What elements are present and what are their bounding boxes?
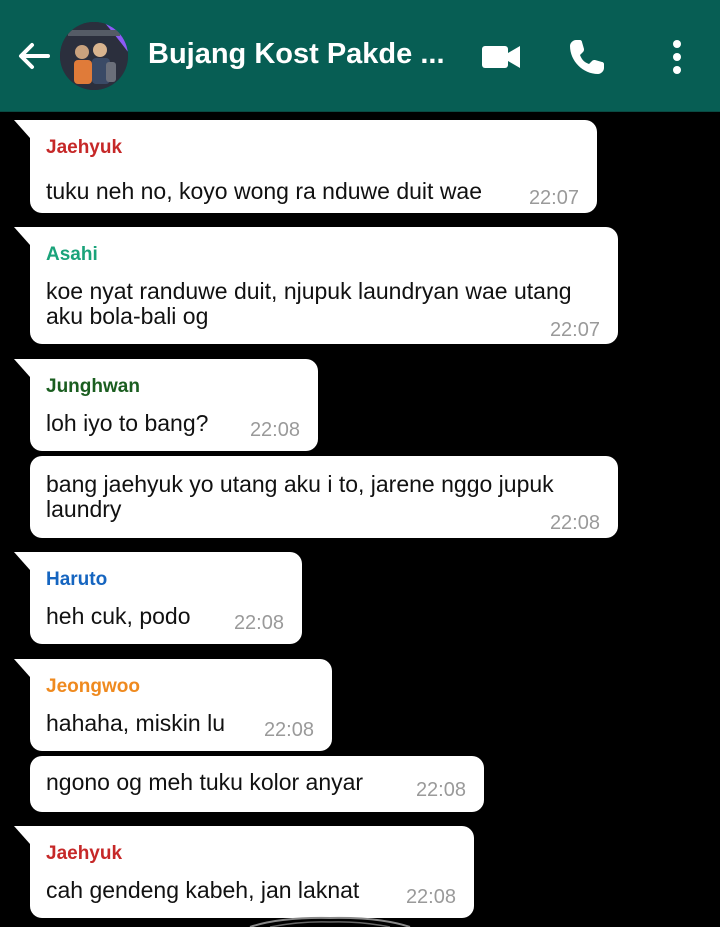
sender-name: Haruto — [46, 569, 108, 590]
sender-name: Jaehyuk — [46, 843, 123, 864]
message-bubble[interactable]: Haruto heh cuk, podo 22:08 — [14, 552, 302, 644]
message-time: 22:08 — [415, 779, 466, 801]
more-options-icon[interactable] — [656, 36, 698, 78]
message-text: tuku neh no, koyo wong ra nduwe duit wae — [46, 178, 483, 204]
message-text: loh iyo to bang? — [46, 410, 209, 436]
sender-name: Asahi — [46, 244, 98, 265]
phone-call-icon[interactable] — [566, 36, 608, 78]
message-bubble[interactable]: Asahi koe nyat randuwe duit, njupuk laun… — [14, 227, 618, 344]
message-bubble[interactable]: Junghwan loh iyo to bang? 22:08 — [14, 359, 318, 451]
chat-header: Bujang Kost Pakde ... — [0, 0, 720, 112]
message-time: 22:08 — [233, 612, 284, 634]
message-bubble[interactable]: Jaehyuk cah gendeng kabeh, jan laknat 22… — [14, 826, 474, 918]
wallpaper-art — [249, 916, 411, 927]
back-arrow-icon[interactable] — [16, 38, 52, 74]
message-time: 22:07 — [549, 319, 600, 341]
message-time: 22:08 — [549, 512, 600, 534]
message-bubble[interactable]: Jeongwoo hahaha, miskin lu 22:08 — [14, 659, 332, 751]
message-text: heh cuk, podo — [46, 603, 191, 629]
message-text: koe nyat randuwe duit, njupuk laundryan … — [46, 278, 572, 329]
message-bubble[interactable]: bang jaehyuk yo utang aku i to, jarene n… — [30, 456, 618, 538]
message-time: 22:07 — [528, 187, 579, 209]
message-text: cah gendeng kabeh, jan laknat — [46, 877, 360, 903]
message-bubble[interactable]: Jaehyuk tuku neh no, koyo wong ra nduwe … — [14, 120, 597, 213]
message-time: 22:08 — [249, 419, 300, 441]
chat-title[interactable]: Bujang Kost Pakde ... — [148, 38, 445, 71]
message-text: bang jaehyuk yo utang aku i to, jarene n… — [46, 471, 554, 522]
sender-name: Jeongwoo — [46, 676, 140, 697]
message-text: ngono og meh tuku kolor anyar — [46, 769, 364, 795]
message-bubble[interactable]: ngono og meh tuku kolor anyar 22:08 — [30, 756, 484, 812]
message-list[interactable]: Jaehyuk tuku neh no, koyo wong ra nduwe … — [0, 112, 720, 927]
video-call-icon[interactable] — [480, 36, 522, 78]
message-time: 22:08 — [405, 886, 456, 908]
sender-name: Junghwan — [46, 376, 140, 397]
group-avatar[interactable] — [60, 22, 128, 90]
sender-name: Jaehyuk — [46, 137, 123, 158]
message-time: 22:08 — [263, 719, 314, 741]
message-text: hahaha, miskin lu — [46, 710, 225, 736]
